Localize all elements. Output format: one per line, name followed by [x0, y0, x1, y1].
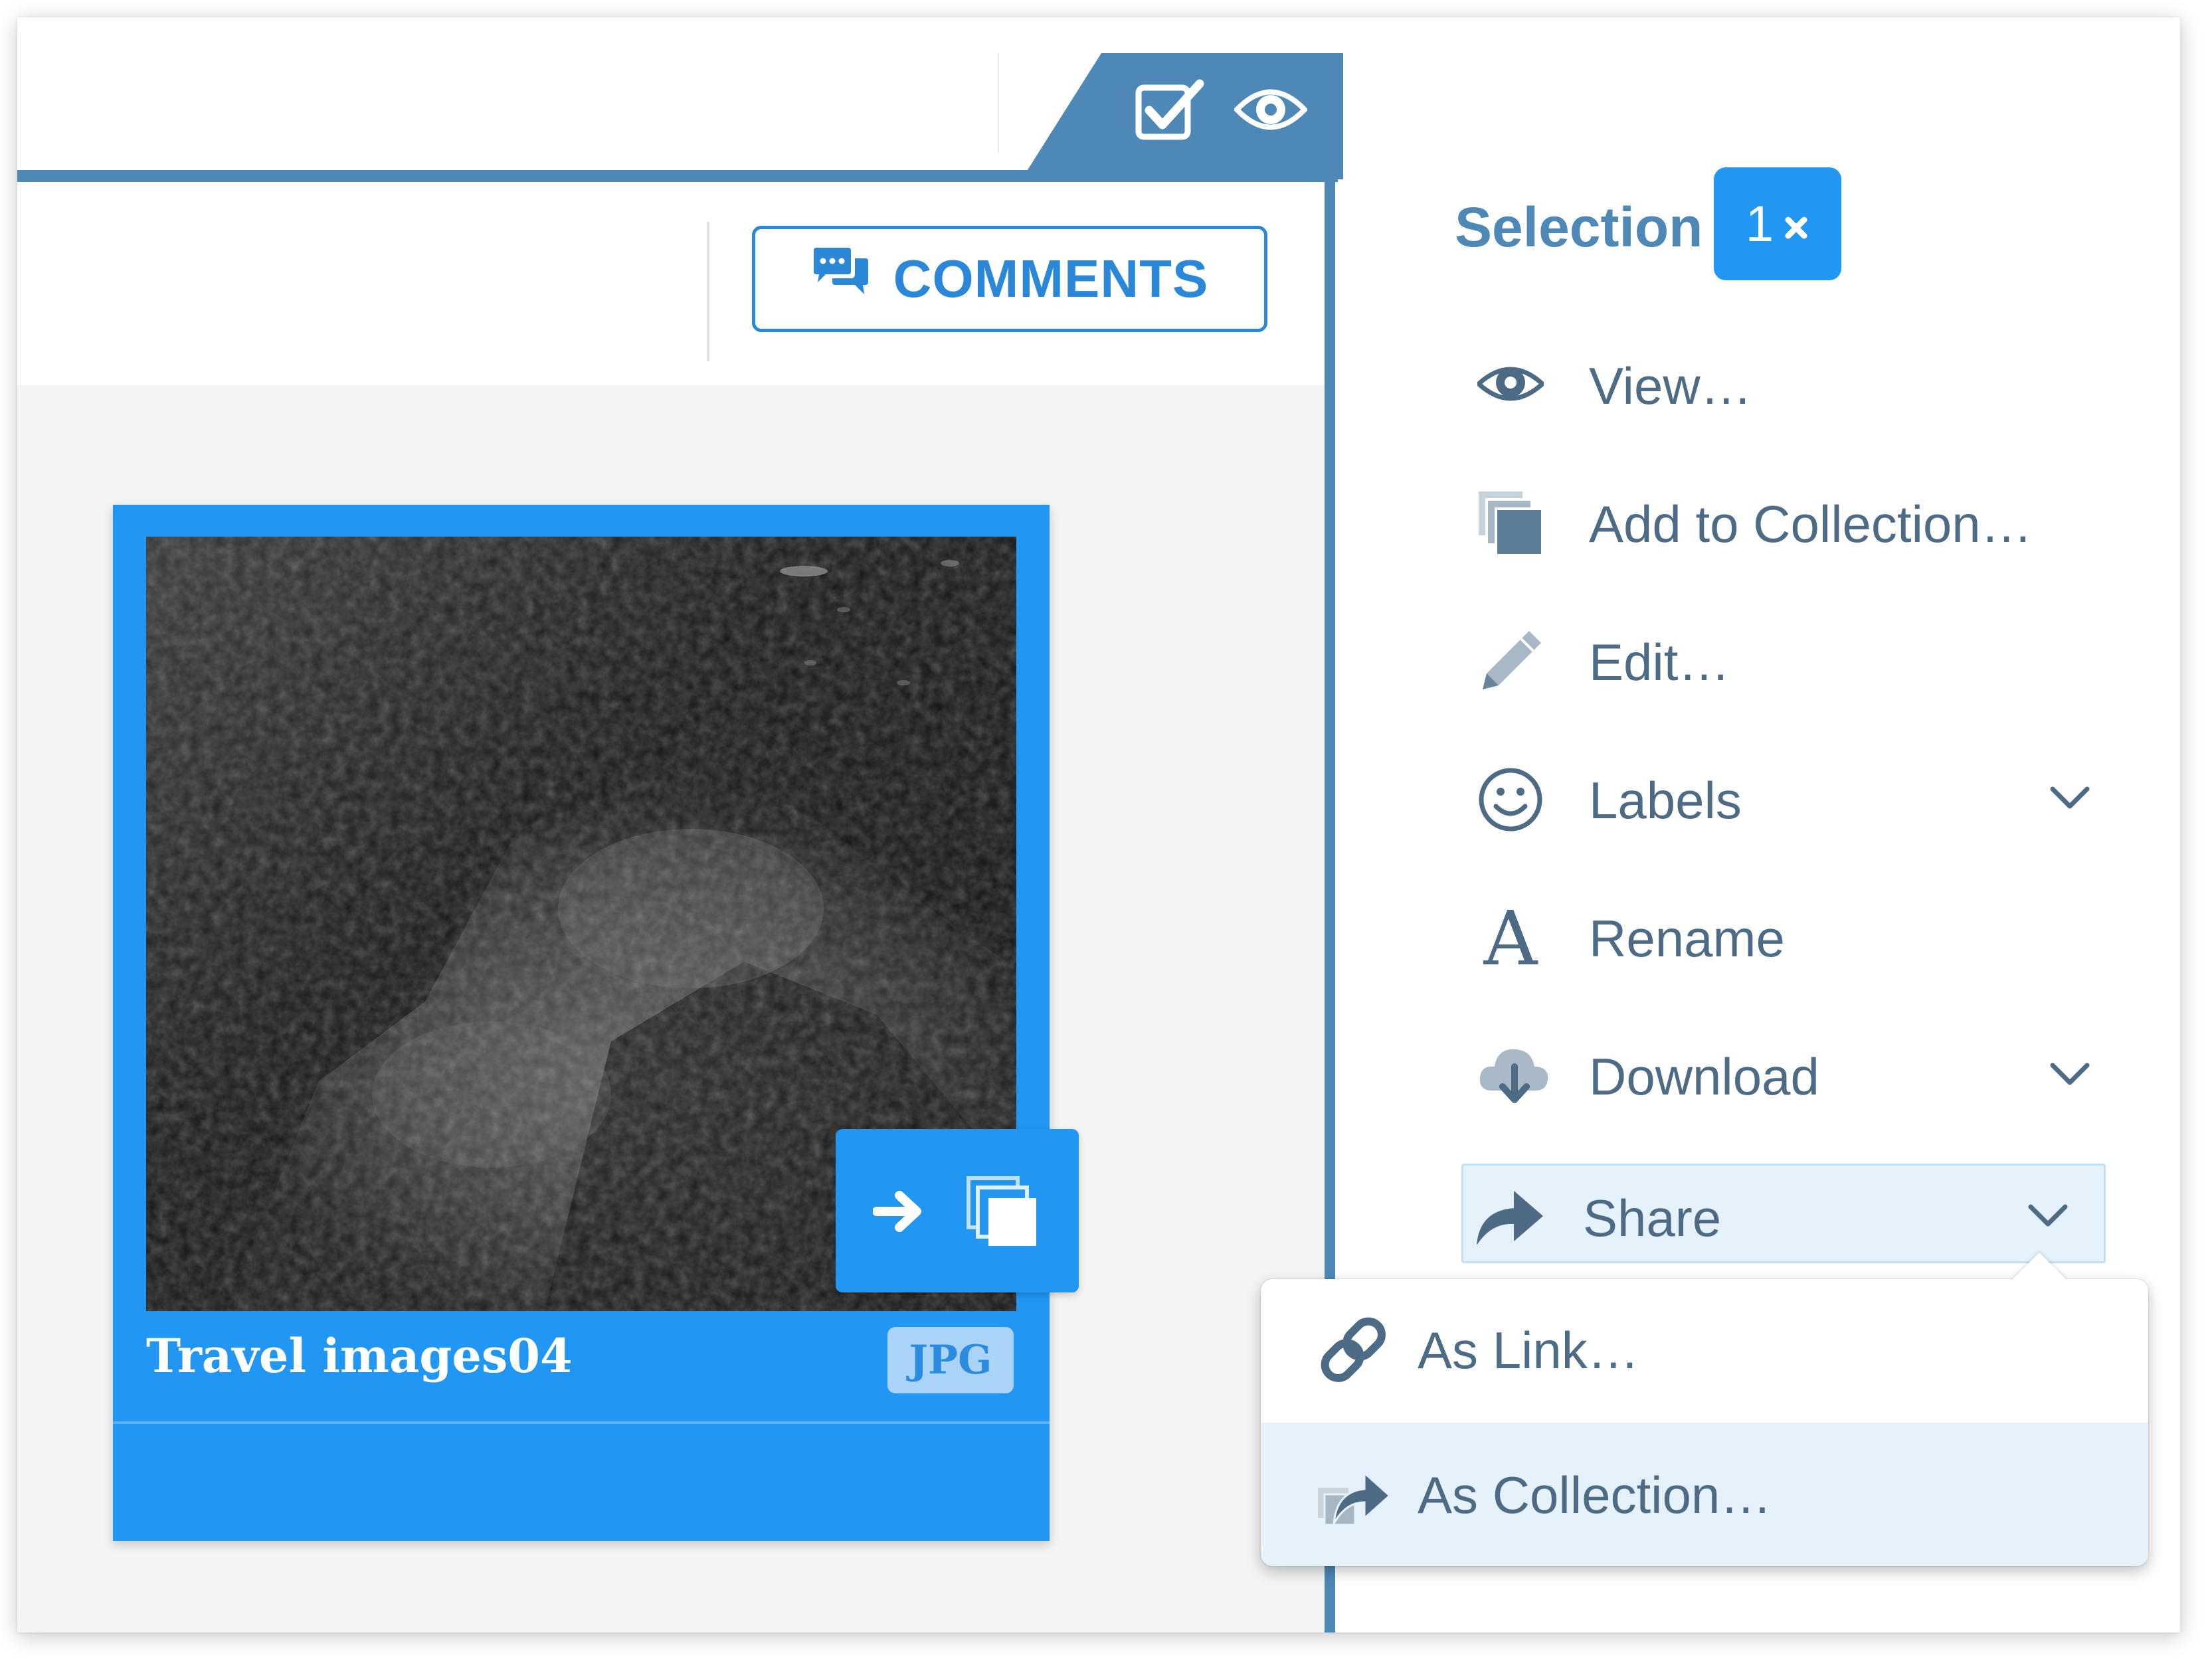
comments-label: COMMENTS — [893, 249, 1209, 308]
svg-text:A: A — [1483, 905, 1538, 971]
chevron-down-icon[interactable] — [2021, 1196, 2074, 1236]
menu-item-view[interactable]: View… — [1465, 333, 2130, 433]
menu-item-download[interactable]: Download — [1465, 1024, 2130, 1124]
share-arrow-icon — [1473, 1184, 1543, 1248]
selection-count-badge[interactable]: 1 — [1714, 167, 1841, 280]
selection-count: 1 — [1745, 195, 1774, 252]
selection-title: Selection — [1455, 196, 1703, 258]
eye-icon[interactable] — [1233, 81, 1309, 138]
filetype-badge: JPG — [887, 1327, 1014, 1393]
check-square-icon[interactable] — [1133, 78, 1206, 142]
menu-label-labels: Labels — [1589, 771, 1742, 830]
cloud-download-icon — [1477, 1043, 1548, 1106]
chevron-down-icon[interactable] — [2043, 1055, 2096, 1095]
menu-item-rename[interactable]: A Rename — [1465, 886, 2130, 986]
menu-item-edit[interactable]: Edit… — [1465, 610, 2130, 709]
chevron-down-icon[interactable] — [2043, 778, 2096, 818]
card-divider — [113, 1421, 1050, 1424]
app-window: COMMENTS Travel images04 JPG Selection 1… — [17, 17, 2180, 1632]
comment-bubbles-icon — [811, 246, 871, 312]
menu-label-download: Download — [1589, 1047, 1819, 1106]
toolbar-divider — [707, 222, 709, 361]
collection-stack-icon — [1477, 490, 1544, 557]
submenu-label-as-collection: As Collection… — [1418, 1466, 1772, 1524]
asset-card[interactable]: Travel images04 JPG — [113, 505, 1050, 1541]
comments-button[interactable]: COMMENTS — [752, 226, 1267, 332]
arrow-right-icon[interactable] — [872, 1186, 929, 1237]
close-icon[interactable] — [1783, 195, 1809, 253]
menu-label-rename: Rename — [1589, 909, 1785, 968]
link-icon — [1314, 1314, 1394, 1387]
menu-item-share[interactable]: Share — [1461, 1164, 2106, 1263]
share-collection-icon — [1314, 1458, 1394, 1532]
eye-icon — [1475, 352, 1546, 416]
menu-label-add-to-collection: Add to Collection… — [1589, 495, 2033, 553]
share-submenu: As Link… As Collection… — [1261, 1253, 2148, 1566]
menu-label-edit: Edit… — [1589, 633, 1730, 691]
collection-stack-icon[interactable] — [966, 1176, 1039, 1249]
menu-item-add-to-collection[interactable]: Add to Collection… — [1465, 472, 2130, 571]
asset-title[interactable]: Travel images04 — [146, 1328, 573, 1383]
menu-label-share: Share — [1583, 1189, 1722, 1247]
smiley-icon — [1477, 766, 1544, 832]
pencil-icon — [1477, 628, 1544, 692]
submenu-caret — [2011, 1253, 2067, 1280]
submenu-label-as-link: As Link… — [1418, 1321, 1639, 1379]
asset-grid: Travel images04 JPG — [17, 385, 1325, 1632]
menu-label-view: View… — [1589, 357, 1752, 415]
card-hover-actions — [836, 1129, 1079, 1292]
toolbar: COMMENTS — [17, 182, 1325, 385]
header-accent-line — [17, 170, 1338, 182]
tab-divider — [998, 53, 999, 153]
menu-item-labels[interactable]: Labels — [1465, 748, 2130, 847]
submenu-item-as-collection[interactable]: As Collection… — [1261, 1424, 2148, 1566]
submenu-item-as-link[interactable]: As Link… — [1261, 1279, 2148, 1421]
letter-a-icon: A — [1477, 896, 1544, 982]
